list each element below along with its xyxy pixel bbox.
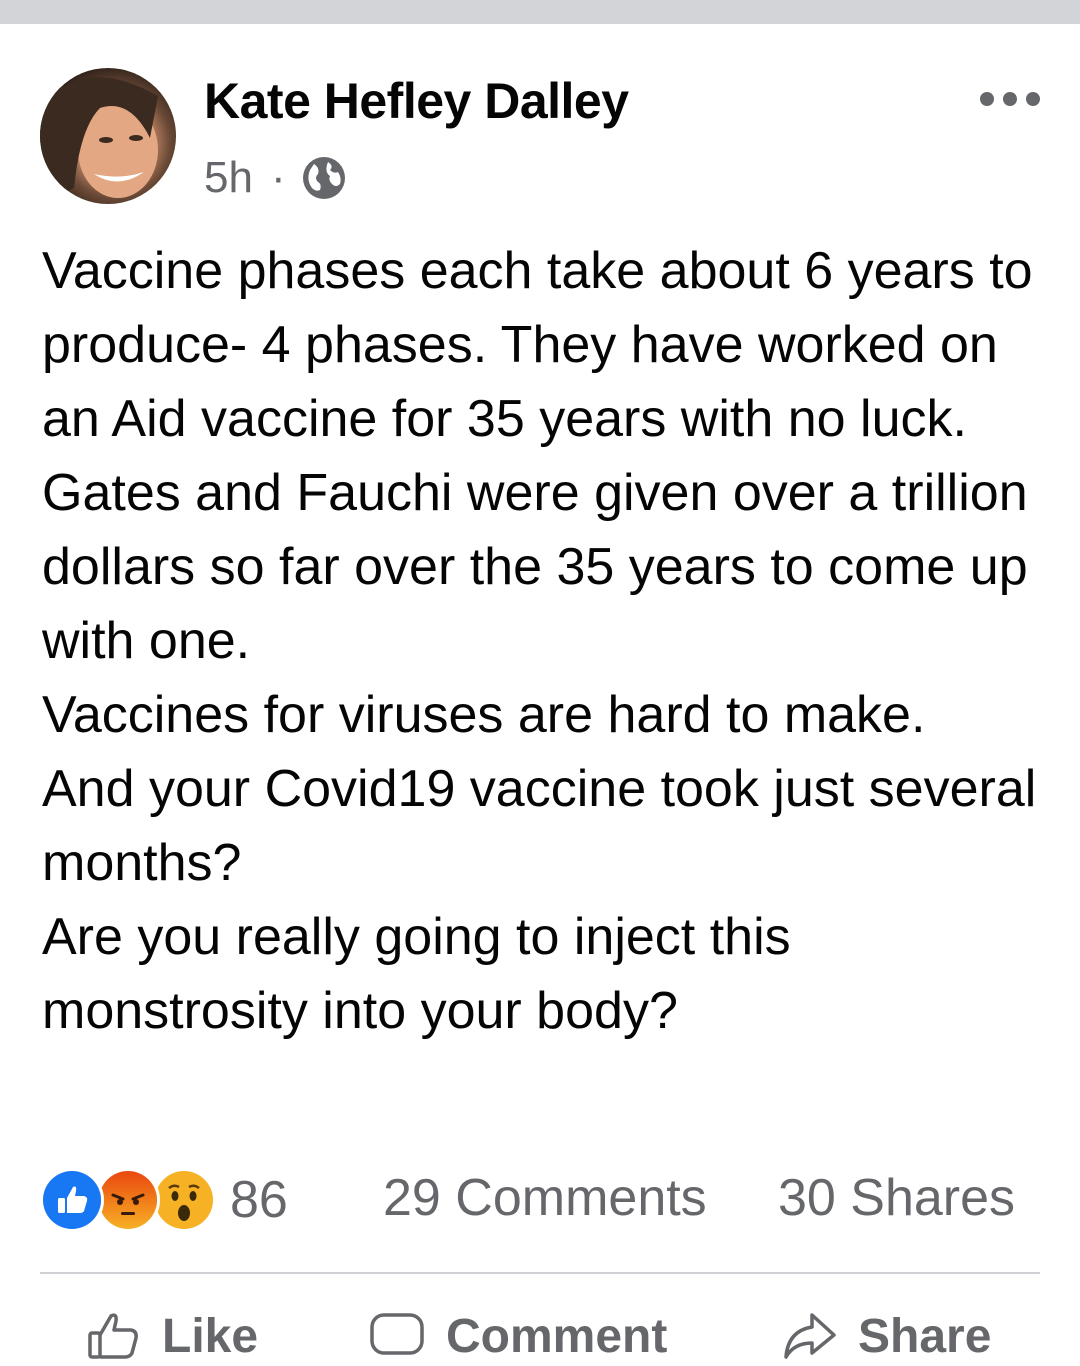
more-dot [980, 92, 994, 106]
post-author-name[interactable]: Kate Hefley Dalley [204, 72, 629, 130]
post-meta: 5h · [204, 150, 348, 206]
post-body: Vaccine phases each take about 6 years t… [42, 234, 1052, 1048]
avatar[interactable] [40, 68, 176, 204]
comment-button-label: Comment [446, 1309, 668, 1363]
more-options-icon[interactable] [980, 84, 1040, 114]
share-arrow-icon [784, 1313, 836, 1359]
comments-count-link[interactable]: 29 Comments [383, 1168, 707, 1228]
top-bar-strip [0, 0, 1080, 24]
post-paragraph: Are you really going to inject this mons… [42, 908, 791, 1040]
avatar-photo [40, 68, 158, 204]
more-dot [1003, 92, 1017, 106]
share-button-label: Share [858, 1309, 992, 1363]
wow-reaction-icon [152, 1168, 216, 1232]
reaction-summary[interactable]: 86 [40, 1168, 288, 1232]
post-paragraph: Vaccine phases each take about 6 years t… [42, 242, 1033, 670]
globe-icon[interactable] [300, 154, 348, 202]
more-dot [1026, 92, 1040, 106]
comment-icon [370, 1313, 424, 1355]
shares-count-link[interactable]: 30 Shares [778, 1168, 1015, 1228]
comment-button[interactable]: Comment [368, 1306, 667, 1366]
share-button[interactable]: Share [780, 1306, 991, 1366]
meta-separator: · [270, 153, 286, 202]
angry-reaction-icon [96, 1168, 160, 1232]
post-paragraph: And your Covid19 vaccine took just sever… [42, 760, 1037, 892]
reaction-count: 86 [230, 1171, 288, 1229]
like-button-label: Like [162, 1309, 259, 1363]
thumbs-up-icon [88, 1313, 138, 1359]
like-button[interactable]: Like [84, 1306, 258, 1366]
post-timestamp[interactable]: 5h [204, 153, 253, 203]
post-paragraph: Vaccines for viruses are hard to make. [42, 686, 926, 744]
actions-divider [40, 1272, 1040, 1274]
like-reaction-icon [40, 1168, 104, 1232]
